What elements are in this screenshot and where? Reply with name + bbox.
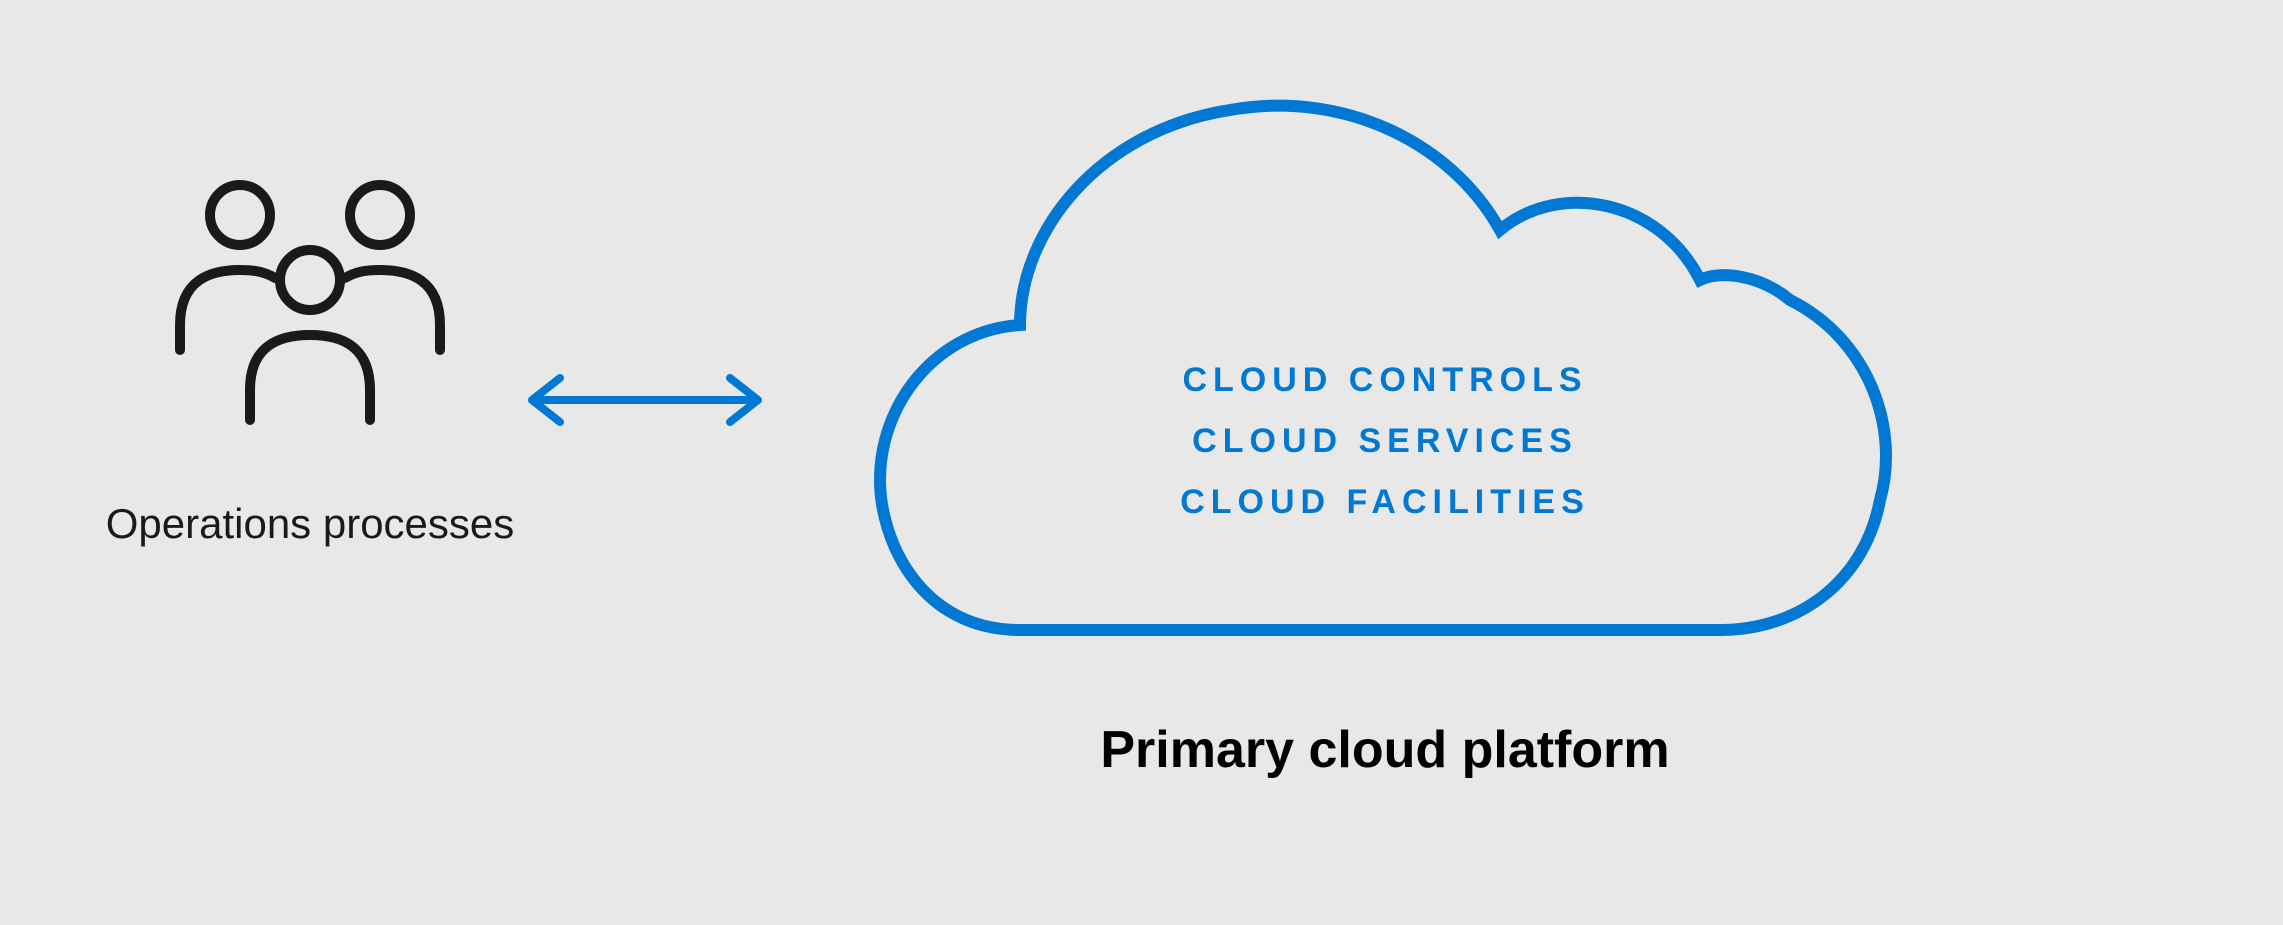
operations-section: Operations processes xyxy=(150,180,470,548)
platform-label: Primary cloud platform xyxy=(1100,720,1669,780)
bidirectional-arrow-icon xyxy=(520,370,770,430)
cloud-services-text: CLOUD SERVICES xyxy=(1180,411,1590,472)
cloud-facilities-text: CLOUD FACILITIES xyxy=(1180,472,1590,533)
people-icon xyxy=(170,180,450,440)
cloud-section: CLOUD CONTROLS CLOUD SERVICES CLOUD FACI… xyxy=(860,50,1910,780)
cloud-text-group: CLOUD CONTROLS CLOUD SERVICES CLOUD FACI… xyxy=(1180,350,1590,534)
operations-label: Operations processes xyxy=(106,500,515,548)
diagram-container: Operations processes CLOUD CONTROLS CLOU… xyxy=(0,0,2283,925)
cloud-controls-text: CLOUD CONTROLS xyxy=(1180,350,1590,411)
